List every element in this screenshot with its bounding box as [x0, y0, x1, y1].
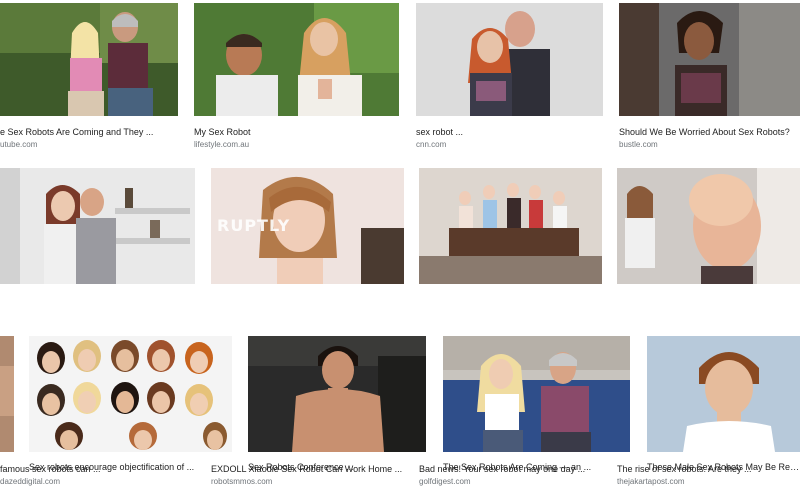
- result-source: cnn.com: [416, 140, 447, 149]
- result-thumbnail[interactable]: [0, 336, 14, 452]
- result-title[interactable]: Sex robots encourage objectification of …: [29, 462, 232, 473]
- result-thumbnail[interactable]: [29, 336, 232, 452]
- result-thumbnail[interactable]: [419, 168, 602, 284]
- result-thumbnail[interactable]: [647, 336, 800, 452]
- result-thumbnail[interactable]: [619, 3, 800, 116]
- result-thumbnail[interactable]: [194, 3, 399, 116]
- result-thumbnail[interactable]: [0, 3, 178, 116]
- result-title[interactable]: The Sex Robots Are Coming — an ...: [443, 462, 630, 473]
- result-title[interactable]: These Male Sex Robots May Be Repla...: [647, 462, 800, 473]
- result-title[interactable]: My Sex Robot: [194, 127, 399, 138]
- result-source: thejakartapost.com: [617, 477, 685, 486]
- result-thumbnail[interactable]: [416, 3, 603, 116]
- result-thumbnail[interactable]: RUPTLY: [211, 168, 404, 284]
- ruptly-watermark: RUPTLY: [217, 216, 291, 235]
- result-thumbnail[interactable]: [617, 168, 800, 284]
- result-source: golfdigest.com: [419, 477, 471, 486]
- result-source: utube.com: [0, 140, 38, 149]
- result-title[interactable]: e Sex Robots Are Coming and They ...: [0, 127, 178, 138]
- result-title[interactable]: Should We Be Worried About Sex Robots?: [619, 127, 800, 138]
- result-source: lifestyle.com.au: [194, 140, 250, 149]
- result-thumbnail[interactable]: [443, 336, 630, 452]
- result-title[interactable]: Sex Robots Conference ...: [248, 462, 426, 473]
- result-title[interactable]: sex robot ...: [416, 127, 603, 138]
- result-source: dazeddigital.com: [0, 477, 61, 486]
- result-source: bustle.com: [619, 140, 658, 149]
- result-source: robotsmmos.com: [211, 477, 273, 486]
- result-thumbnail[interactable]: [0, 168, 195, 284]
- result-thumbnail[interactable]: [248, 336, 426, 452]
